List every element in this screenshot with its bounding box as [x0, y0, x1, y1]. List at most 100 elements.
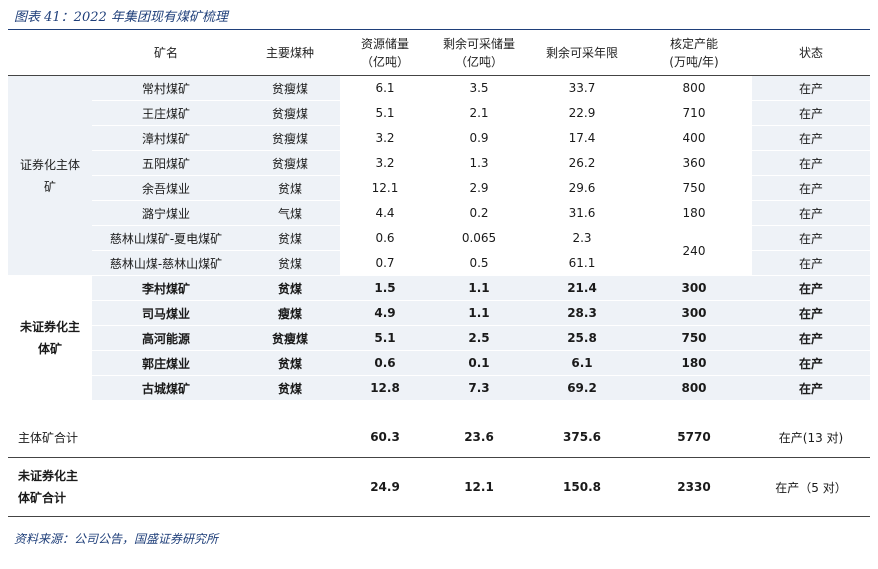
section-separator	[8, 400, 870, 417]
coal-type: 贫煤	[240, 350, 340, 376]
table-row: 司马煤业 瘦煤 4.9 1.1 28.3 300 在产	[8, 300, 870, 326]
total-row-unsecuritized: 未证券化主 体矿合计 24.9 12.1 150.8 2330 在产（5 对）	[8, 457, 870, 517]
reserve: 12.8	[340, 375, 430, 401]
mine-name: 司马煤业	[92, 300, 240, 326]
coal-type: 气煤	[240, 200, 340, 226]
years: 21.4	[528, 275, 636, 301]
coal-type: 贫瘦煤	[240, 125, 340, 151]
reserve: 0.6	[340, 225, 430, 251]
remaining: 0.2	[430, 200, 528, 226]
coal-type: 贫瘦煤	[240, 100, 340, 126]
years: 22.9	[528, 100, 636, 126]
figure-title: 图表 41：2022 年集团现有煤矿梳理	[14, 10, 228, 25]
reserve: 5.1	[340, 325, 430, 351]
header-years: 剩余可采年限	[528, 31, 636, 76]
coal-type: 贫煤	[240, 175, 340, 201]
mine-name: 古城煤矿	[92, 375, 240, 401]
coal-type: 贫瘦煤	[240, 75, 340, 101]
mine-name: 五阳煤矿	[92, 150, 240, 176]
status: 在产	[752, 225, 870, 251]
remaining: 3.5	[430, 75, 528, 101]
capacity: 400	[636, 125, 752, 151]
status: 在产	[752, 375, 870, 401]
status: 在产	[752, 175, 870, 201]
coal-type: 贫煤	[240, 375, 340, 401]
title-divider	[8, 29, 870, 30]
coal-type: 贫煤	[240, 275, 340, 301]
status: 在产	[752, 100, 870, 126]
capacity: 180	[636, 350, 752, 376]
reserve: 60.3	[370, 430, 400, 444]
remaining: 23.6	[464, 430, 494, 444]
mine-name: 慈林山煤-慈林山煤矿	[92, 250, 240, 276]
capacity: 300	[636, 275, 752, 301]
table-row: 证券化主体矿 常村煤矿 贫瘦煤 6.1 3.5 33.7 800 在产	[8, 75, 870, 276]
coal-mines-table: 矿名 主要煤种 资源储量 （亿吨） 剩余可采储量 （亿吨） 剩余可采年限 核定产能(…	[8, 31, 870, 517]
years: 29.6	[528, 175, 636, 201]
remaining: 1.3	[430, 150, 528, 176]
years: 6.1	[528, 350, 636, 376]
reserve: 4.9	[340, 300, 430, 326]
reserve: 12.1	[340, 175, 430, 201]
table-row: 古城煤矿 贫煤 12.8 7.3 69.2 800 在产	[8, 375, 870, 401]
capacity: 5770	[677, 430, 711, 444]
years: 25.8	[528, 325, 636, 351]
table-row: 余吾煤业 贫煤 12.1 2.9 29.6 750 在产	[8, 175, 870, 201]
table-row: 高河能源 贫瘦煤 5.1 2.5 25.8 750 在产	[8, 325, 870, 351]
mine-name: 慈林山煤矿-夏电煤矿	[92, 225, 240, 251]
remaining: 2.1	[430, 100, 528, 126]
years: 2.3	[528, 225, 636, 251]
status: 在产	[752, 300, 870, 326]
source-note: 资料来源：公司公告，国盛证券研究所	[14, 532, 219, 546]
capacity: 360	[636, 150, 752, 176]
table-row: 漳村煤矿 贫瘦煤 3.2 0.9 17.4 400 在产	[8, 125, 870, 151]
reserve: 0.7	[340, 250, 430, 276]
reserve: 3.2	[340, 150, 430, 176]
mine-name: 李村煤矿	[92, 275, 240, 301]
status: 在产	[752, 75, 870, 101]
years: 69.2	[528, 375, 636, 401]
group-label-unsecuritized: 未证券化主 体矿	[8, 275, 92, 401]
years: 31.6	[528, 200, 636, 226]
header-capacity: 核定产能 (万吨/年)	[636, 31, 752, 76]
header-mine: 矿名	[92, 31, 240, 76]
header-remaining: 剩余可采储量 （亿吨）	[430, 31, 528, 76]
reserve: 24.9	[340, 457, 430, 517]
total-label: 未证券化主 体矿合计	[8, 457, 240, 517]
capacity: 750	[636, 175, 752, 201]
capacity: 2330	[636, 457, 752, 517]
table-row: 未证券化主 体矿 李村煤矿 贫煤 1.5 1.1 21.4 300 在产	[8, 275, 870, 401]
coal-type	[240, 457, 340, 517]
mine-name: 王庄煤矿	[92, 100, 240, 126]
status: 在产	[752, 350, 870, 376]
reserve: 0.6	[340, 350, 430, 376]
remaining: 0.5	[430, 250, 528, 276]
remaining: 7.3	[430, 375, 528, 401]
remaining: 0.1	[430, 350, 528, 376]
remaining: 1.1	[430, 275, 528, 301]
years: 26.2	[528, 150, 636, 176]
remaining: 0.065	[430, 225, 528, 251]
group-label-securitized: 证券化主体矿	[8, 75, 92, 276]
mine-name: 高河能源	[92, 325, 240, 351]
table-row: 慈林山煤矿-夏电煤矿 贫煤 0.6 0.065 2.3 240 在产	[8, 225, 870, 276]
mine-name: 潞宁煤业	[92, 200, 240, 226]
header-coal-type: 主要煤种	[240, 31, 340, 76]
status: 在产	[752, 275, 870, 301]
coal-type: 贫瘦煤	[240, 325, 340, 351]
status: 在产	[752, 325, 870, 351]
mine-name: 余吾煤业	[92, 175, 240, 201]
status: 在产(13 对)	[778, 430, 844, 445]
coal-type	[240, 417, 340, 458]
total-label: 主体矿合计	[18, 430, 79, 445]
header-row: 矿名 主要煤种 资源储量 （亿吨） 剩余可采储量 （亿吨） 剩余可采年限 核定产能(…	[8, 31, 870, 76]
remaining: 2.9	[430, 175, 528, 201]
coal-type: 贫瘦煤	[240, 150, 340, 176]
status: 在产	[752, 150, 870, 176]
capacity: 180	[636, 200, 752, 226]
remaining: 12.1	[430, 457, 528, 517]
coal-type: 瘦煤	[240, 300, 340, 326]
capacity: 300	[636, 300, 752, 326]
coal-type: 贫煤	[240, 225, 340, 251]
mine-name: 漳村煤矿	[92, 125, 240, 151]
